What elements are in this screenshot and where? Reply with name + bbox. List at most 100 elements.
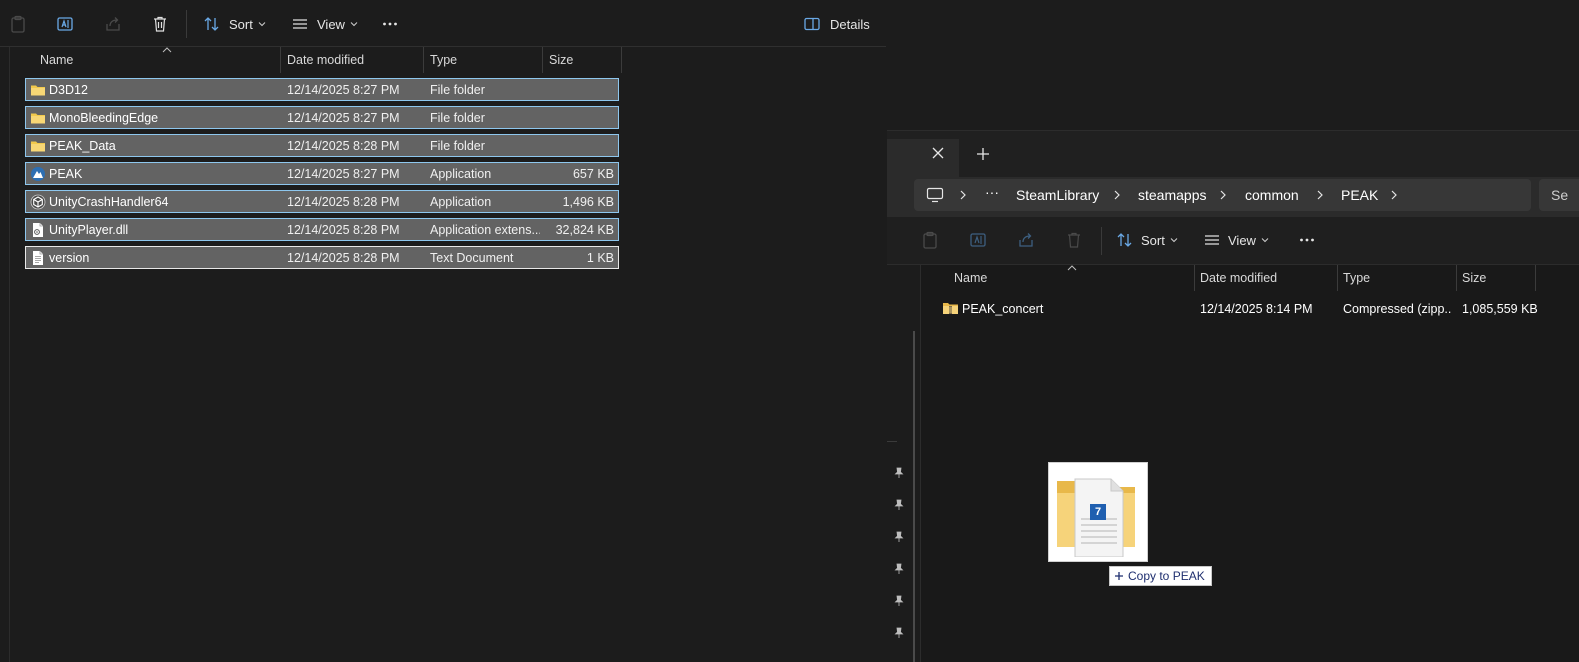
view-button[interactable]: View	[1203, 231, 1269, 249]
breadcrumb-common[interactable]: common	[1245, 187, 1299, 203]
rename-button[interactable]	[969, 231, 987, 249]
delete-button[interactable]	[1065, 231, 1083, 249]
column-divider[interactable]	[542, 47, 543, 73]
pin-icon[interactable]	[893, 531, 905, 543]
details-pane-icon	[802, 14, 822, 34]
file-type: File folder	[430, 83, 485, 97]
file-name: PEAK	[49, 167, 83, 181]
file-type: File folder	[430, 139, 485, 153]
pin-icon[interactable]	[893, 499, 905, 511]
column-header-type[interactable]: Type	[1343, 265, 1370, 291]
rename-button[interactable]	[55, 9, 75, 39]
nav-pane-divider	[9, 47, 10, 662]
address-bar[interactable]: ··· SteamLibrary steamapps common PEAK	[914, 179, 1531, 211]
share-button[interactable]	[103, 9, 123, 39]
plus-icon	[1115, 572, 1123, 580]
tab-peak[interactable]	[887, 139, 959, 177]
paste-icon	[923, 231, 937, 249]
file-row-d3d12[interactable]: D3D12 12/14/2025 8:27 PM File folder	[25, 78, 619, 101]
new-tab-icon[interactable]	[976, 147, 990, 161]
more-icon	[380, 14, 400, 34]
chevron-right-icon[interactable]	[1219, 190, 1227, 200]
file-name: UnityCrashHandler64	[49, 195, 169, 209]
file-row-peak-data[interactable]: PEAK_Data 12/14/2025 8:28 PM File folder	[25, 134, 619, 157]
search-input[interactable]: Se	[1539, 179, 1579, 211]
file-row-peak[interactable]: PEAK 12/14/2025 8:27 PM Application 657 …	[25, 162, 619, 185]
chevron-right-icon[interactable]	[1113, 190, 1121, 200]
paste-button[interactable]	[921, 231, 939, 249]
more-options-button[interactable]	[380, 9, 400, 39]
file-row-unityplayer-dll[interactable]: UnityPlayer.dll 12/14/2025 8:28 PM Appli…	[25, 218, 619, 241]
file-date: 12/14/2025 8:14 PM	[1200, 302, 1313, 316]
chevron-down-icon	[258, 22, 266, 27]
file-date: 12/14/2025 8:27 PM	[287, 83, 400, 97]
file-row-version[interactable]: version 12/14/2025 8:28 PM Text Document…	[25, 246, 619, 269]
app-icon	[31, 167, 45, 181]
chevron-down-icon	[1170, 238, 1178, 243]
file-date: 12/14/2025 8:28 PM	[287, 251, 400, 265]
right-column-headers: Name Date modified Type Size	[922, 265, 1542, 291]
more-options-button[interactable]	[1298, 231, 1316, 249]
chevron-right-icon[interactable]	[959, 190, 967, 200]
column-header-name[interactable]: Name	[40, 47, 73, 73]
file-name: MonoBleedingEdge	[49, 111, 159, 125]
view-button[interactable]: View	[290, 9, 358, 39]
view-label: View	[1228, 232, 1256, 248]
sort-button[interactable]: Sort	[202, 9, 266, 39]
column-divider[interactable]	[1194, 265, 1195, 291]
toolbar-divider	[1101, 227, 1102, 255]
rename-icon	[970, 233, 986, 247]
sort-ascending-caret-icon	[1067, 265, 1077, 271]
column-divider[interactable]	[621, 47, 622, 73]
file-type: Text Document	[430, 251, 514, 265]
share-icon	[103, 14, 123, 34]
file-date: 12/14/2025 8:27 PM	[287, 167, 400, 181]
file-type: Application	[430, 195, 492, 209]
column-header-type[interactable]: Type	[430, 47, 457, 73]
paste-icon	[8, 14, 28, 34]
chevron-down-icon	[1261, 238, 1269, 243]
details-pane-button[interactable]: Details	[802, 9, 870, 39]
file-type: Compressed (zipp...	[1343, 302, 1451, 316]
column-header-size[interactable]: Size	[549, 47, 573, 73]
delete-button[interactable]	[150, 9, 170, 39]
chevron-right-icon[interactable]	[1316, 190, 1324, 200]
column-divider[interactable]	[1535, 265, 1536, 291]
nav-divider	[887, 441, 897, 442]
breadcrumb-steamapps[interactable]: steamapps	[1138, 187, 1206, 203]
file-row-peak-concert[interactable]: PEAK_concert 12/14/2025 8:14 PM Compress…	[942, 299, 1542, 319]
sort-icon	[202, 14, 222, 34]
breadcrumb-steamlibrary[interactable]: SteamLibrary	[1016, 187, 1099, 203]
file-name: version	[49, 251, 90, 265]
column-divider[interactable]	[423, 47, 424, 73]
pin-icon[interactable]	[893, 467, 905, 479]
column-divider[interactable]	[280, 47, 281, 73]
close-tab-icon[interactable]	[931, 146, 945, 160]
column-header-name[interactable]: Name	[954, 265, 987, 291]
file-size: 1,085,559 KB	[1462, 302, 1538, 316]
column-header-date[interactable]: Date modified	[1200, 265, 1277, 291]
this-pc-icon[interactable]	[926, 187, 944, 203]
file-row-monobleedingedge[interactable]: MonoBleedingEdge 12/14/2025 8:27 PM File…	[25, 106, 619, 129]
unity-icon	[30, 194, 46, 210]
paste-button[interactable]	[8, 9, 28, 39]
column-divider[interactable]	[1337, 265, 1338, 291]
file-row-unitycrashhandler64[interactable]: UnityCrashHandler64 12/14/2025 8:28 PM A…	[25, 190, 619, 213]
left-explorer-window: Sort View Details Name Date modified Typ…	[0, 0, 886, 662]
chevron-down-icon	[350, 22, 358, 27]
pin-icon[interactable]	[893, 563, 905, 575]
column-header-size[interactable]: Size	[1462, 265, 1486, 291]
column-divider[interactable]	[1456, 265, 1457, 291]
breadcrumb-peak[interactable]: PEAK	[1341, 187, 1378, 203]
share-button[interactable]	[1017, 231, 1035, 249]
text-file-icon	[33, 251, 43, 265]
pin-icon[interactable]	[893, 627, 905, 639]
file-type: File folder	[430, 111, 485, 125]
breadcrumb-overflow[interactable]: ···	[985, 184, 999, 200]
sort-icon	[1117, 233, 1132, 247]
column-header-date[interactable]: Date modified	[287, 47, 364, 73]
pin-icon[interactable]	[893, 595, 905, 607]
chevron-right-icon[interactable]	[1390, 190, 1398, 200]
sort-button[interactable]: Sort	[1116, 231, 1178, 249]
nav-scrollbar[interactable]	[913, 331, 915, 662]
